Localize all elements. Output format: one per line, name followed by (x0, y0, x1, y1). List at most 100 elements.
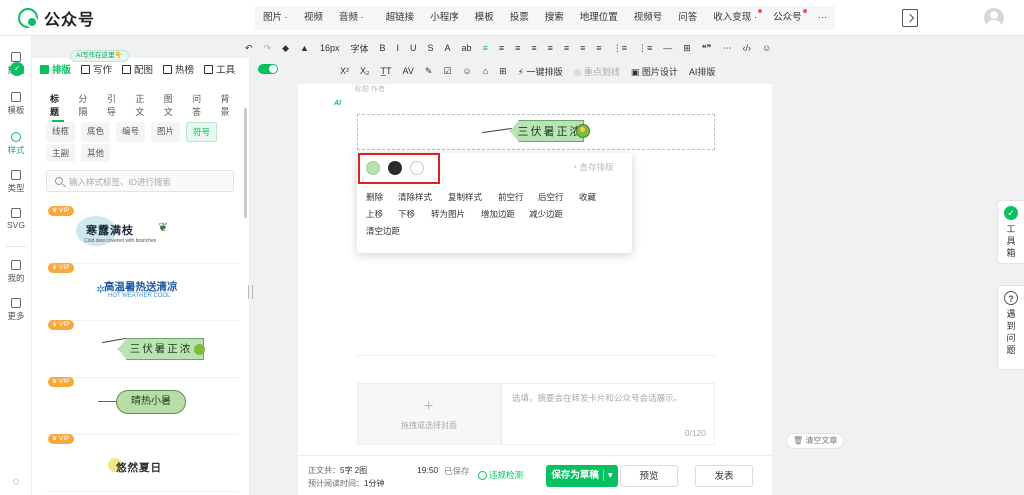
format-tool[interactable]: ⊞ (683, 43, 691, 54)
format-tool[interactable]: T̲T (381, 66, 392, 76)
topnav-item[interactable]: 小程序 (422, 6, 467, 30)
save-draft-button[interactable]: 保存为草稿 ▾ (546, 465, 618, 487)
format-tool[interactable]: I (397, 43, 400, 53)
publish-button[interactable]: 发表 (695, 465, 753, 487)
search-input[interactable]: 输入样式标签、ID进行搜索 (46, 170, 234, 192)
style-card[interactable]: VIP 悠然夏日 (46, 434, 238, 492)
style-card[interactable]: VIP 三伏暑正浓 (46, 320, 238, 378)
format-tool[interactable]: ‹/› (742, 43, 751, 53)
tag-filter[interactable]: 符号 (186, 122, 218, 142)
topnav-item[interactable]: 问答 (670, 6, 705, 30)
format-tool[interactable]: X₂ (360, 66, 370, 76)
tag-filter[interactable]: 编号 (116, 122, 146, 142)
style-card[interactable]: VIP 寒露满枝 Cold dew covered with branches … (46, 206, 238, 264)
topnav-item[interactable]: 地理位置 (572, 6, 626, 30)
topnav-item[interactable]: 模板 (467, 6, 502, 30)
ai-marker-icon[interactable]: AI (334, 100, 341, 107)
popup-action[interactable]: 前空行 (498, 191, 524, 203)
format-tool[interactable]: ≡ (499, 43, 504, 53)
toolbox-button[interactable]: ✓ 工具箱 (997, 200, 1024, 264)
format-tool[interactable]: ≡ (596, 43, 601, 53)
selected-style-badge[interactable]: 三伏暑正浓 (480, 120, 590, 144)
topnav-item[interactable]: 超链接 (378, 6, 423, 30)
format-tool[interactable]: ☺ (462, 66, 471, 76)
headset-icon[interactable]: ◌ (0, 476, 32, 488)
format-tool[interactable]: X² (340, 66, 349, 76)
format-tool[interactable]: ⌂ (483, 66, 488, 76)
mode-tab[interactable]: 热榜 (163, 62, 194, 76)
mode-tab[interactable]: 写作 (81, 62, 112, 76)
panel-toggle[interactable] (258, 64, 278, 74)
popup-action[interactable]: 复制样式 (448, 191, 482, 203)
format-tool[interactable]: ◎ 重点划线 (573, 65, 619, 78)
mobile-preview-icon[interactable] (902, 9, 918, 27)
popup-action[interactable]: 下移 (398, 208, 415, 220)
topnav-item[interactable]: 投票 (502, 6, 537, 30)
tag-filter[interactable]: 图片 (151, 122, 181, 142)
topnav-item[interactable]: 公众号 (765, 6, 810, 30)
mode-tab[interactable]: 工具 (204, 62, 235, 76)
format-tool[interactable]: ↷ (264, 43, 272, 54)
format-tool[interactable]: ☺ (762, 43, 771, 53)
style-card[interactable]: VIP ✲ 高温暑热送清凉 HOT WEATHER COOL (46, 263, 238, 321)
tag-filter[interactable]: 线框 (46, 122, 76, 142)
panel-collapse-handle[interactable] (248, 285, 253, 299)
rail-item[interactable]: 更多 (0, 298, 32, 322)
format-tool[interactable]: U (410, 43, 417, 53)
format-tool[interactable]: ⋮≡ (638, 43, 652, 54)
format-tool[interactable]: ≡ (531, 43, 536, 53)
category-tab[interactable]: 引导 (107, 92, 123, 118)
topnav-item[interactable]: 收入变现 · (705, 6, 765, 30)
violation-check[interactable]: 违规检测 (478, 469, 523, 481)
format-tool[interactable]: A (445, 43, 451, 53)
popup-action[interactable]: 后空行 (538, 191, 564, 203)
app-logo[interactable]: 公众号 (18, 6, 238, 30)
popup-action[interactable]: 减少边距 (529, 208, 563, 220)
rail-item[interactable]: 我的 (0, 260, 32, 284)
mode-tab[interactable]: 排版 (40, 62, 71, 76)
avatar[interactable] (984, 8, 1004, 28)
format-tool[interactable]: ❝❞ (702, 43, 712, 54)
tag-filter[interactable]: 主副 (46, 144, 76, 162)
format-tool[interactable]: ≡ (564, 43, 569, 53)
topnav-item[interactable]: 搜索 (537, 6, 572, 30)
format-tool[interactable]: — (663, 43, 672, 53)
format-tool[interactable]: B (379, 43, 385, 53)
help-button[interactable]: ? 遇到问题 (997, 285, 1024, 370)
format-tool[interactable]: ▣ 图片设计 (631, 65, 678, 78)
format-tool[interactable]: S (428, 43, 434, 53)
format-tool[interactable]: ◆ (282, 43, 289, 54)
format-tool[interactable]: ⚡ 一键排版 (518, 65, 563, 78)
popup-action[interactable]: 收藏 (579, 191, 596, 203)
digest-input[interactable]: 选填，摘要会在转发卡片和公众号会话展示。 0/120 (501, 383, 715, 445)
topnav-item[interactable]: ··· (810, 6, 836, 30)
format-tool[interactable]: ⋮≡ (613, 43, 627, 54)
preview-button[interactable]: 预览 (620, 465, 678, 487)
rail-item[interactable]: 模板 (0, 92, 32, 116)
popup-action[interactable]: 转为图片 (431, 208, 465, 220)
popup-action[interactable]: 上移 (366, 208, 383, 220)
save-layout-link[interactable]: 查存排版 (572, 161, 614, 173)
format-tool[interactable]: ☑ (443, 66, 451, 77)
popup-action[interactable]: 清除样式 (398, 191, 432, 203)
rail-item[interactable]: SVG (0, 208, 32, 230)
format-tool[interactable]: AV (403, 66, 414, 76)
category-tab[interactable]: 正文 (135, 92, 151, 118)
topnav-item[interactable]: 视频 (296, 6, 331, 30)
tag-filter[interactable]: 其他 (81, 144, 111, 162)
chevron-down-icon[interactable]: ▾ (602, 470, 613, 481)
topnav-item[interactable]: 图片 · (255, 6, 296, 30)
tag-filter[interactable]: 底色 (81, 122, 111, 142)
category-tab[interactable]: 问答 (192, 92, 208, 118)
format-tool[interactable]: 16px (320, 43, 340, 53)
popup-action[interactable]: 清空边距 (366, 225, 400, 237)
topnav-item[interactable]: 音频 · (331, 6, 372, 30)
rail-item[interactable]: 类型 (0, 170, 32, 194)
category-tab[interactable]: 背景 (221, 92, 237, 118)
style-card[interactable]: VIP 晴热小暑 (46, 377, 238, 435)
popup-action[interactable]: 增加边距 (481, 208, 515, 220)
category-tab[interactable]: 分隔 (78, 92, 94, 118)
format-tool[interactable]: 字体 (350, 42, 368, 55)
format-tool[interactable]: ≡ (548, 43, 553, 53)
format-tool[interactable]: ⋯ (722, 43, 731, 54)
